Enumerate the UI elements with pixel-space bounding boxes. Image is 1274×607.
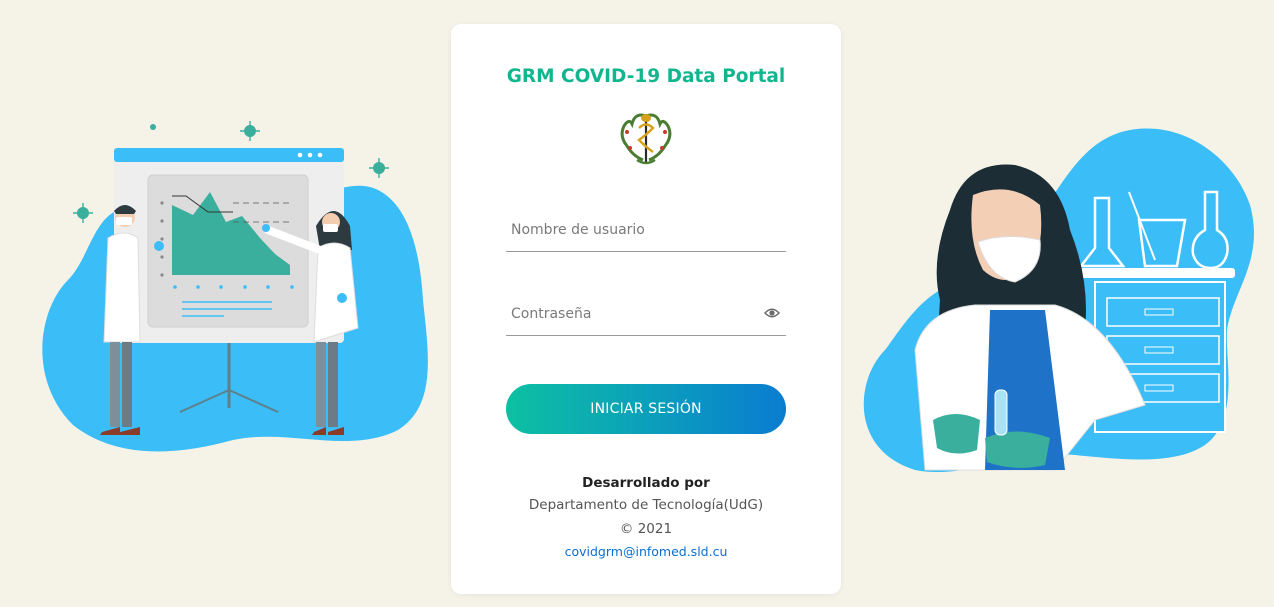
- lab-shelf: [1080, 268, 1235, 278]
- username-input[interactable]: [506, 208, 786, 251]
- password-field-wrapper: [506, 292, 786, 336]
- scientist-lab-illustration: [863, 128, 1254, 473]
- glove-left: [933, 414, 980, 454]
- doctors-presentation-illustration: [42, 121, 428, 452]
- glove-right: [985, 431, 1050, 468]
- developed-by-label: Desarrollado por: [582, 475, 710, 491]
- test-tube: [994, 389, 1008, 436]
- eye-icon[interactable]: [764, 307, 780, 319]
- login-button[interactable]: INICIAR SESIÓN: [506, 384, 786, 434]
- username-field-wrapper: [506, 208, 786, 252]
- page-title: GRM COVID-19 Data Portal: [506, 66, 786, 87]
- department-label: Departamento de Tecnología(UdG): [528, 497, 764, 513]
- password-input[interactable]: [506, 292, 786, 335]
- login-card: GRM COVID-19 Data Portal INICIAR SESIÓN …: [451, 24, 841, 594]
- contact-email-link[interactable]: covidgrm@infomed.sld.cu: [451, 544, 841, 559]
- copyright-label: © 2021: [619, 521, 673, 537]
- medical-seal-icon: [620, 113, 672, 165]
